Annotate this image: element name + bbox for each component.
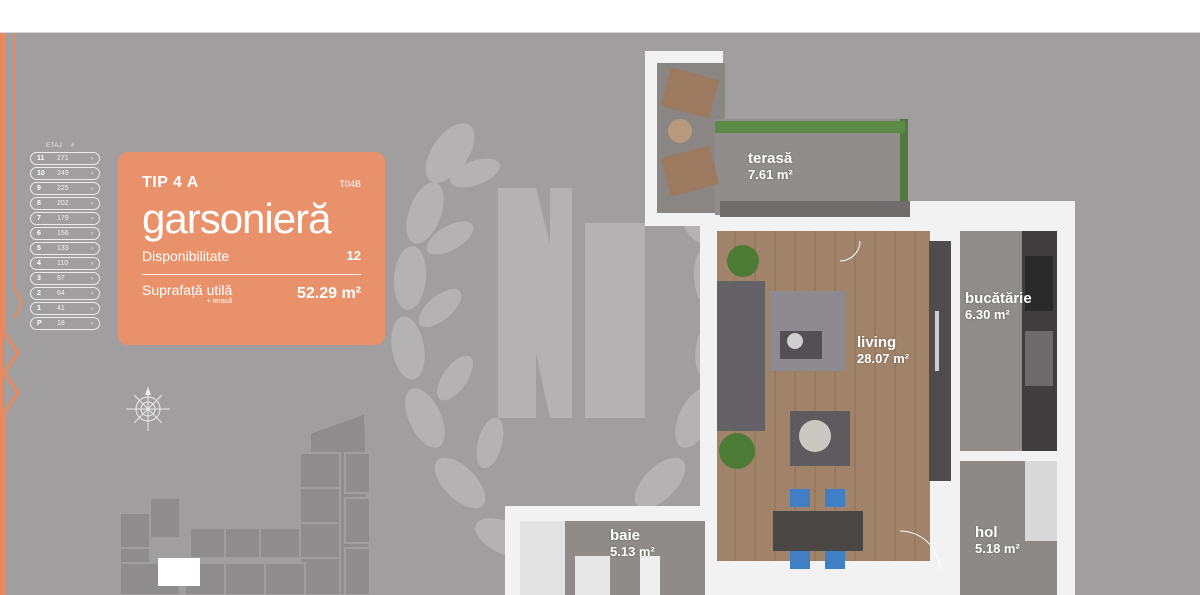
usable-area-label: Suprafață utilă [142, 282, 233, 298]
room-label-bucatarie: bucătărie 6.30 m² [965, 291, 1032, 323]
floor-level: 6 [37, 230, 41, 237]
chevron-right-icon: › [91, 170, 93, 177]
floor-plan [505, 51, 1075, 595]
plan-stage: ETAJ # 11 271 › 10 249 › 9 225 › 8 202 › 7 179 › 6 156 › 5… [0, 33, 1200, 595]
room-area-living: 28.07 m² [857, 351, 910, 366]
availability-label: Disponibilitate [142, 248, 230, 264]
chevron-right-icon: › [91, 245, 93, 252]
room-name-bucatarie: bucătărie [965, 290, 1032, 307]
room-name-terasa: terasă [748, 150, 793, 167]
card-divider [142, 274, 361, 275]
floor-item[interactable]: 11 271 › [30, 152, 100, 165]
floor-item[interactable]: 5 133 › [30, 242, 100, 255]
floor-count: 249 [57, 170, 69, 177]
floor-selector: ETAJ # 11 271 › 10 249 › 9 225 › 8 202 › 7 179 › 6 156 › 5… [30, 143, 100, 332]
floor-header-level: ETAJ [46, 143, 63, 149]
room-label-baie: baie 5.13 m² [610, 528, 655, 560]
chevron-right-icon: › [91, 290, 93, 297]
floor-count: 225 [57, 185, 69, 192]
floor-level: 5 [37, 245, 41, 252]
floor-header-count: # [71, 143, 75, 149]
floor-count: 271 [57, 155, 69, 162]
floor-level: P [37, 320, 42, 327]
floor-item[interactable]: 8 202 › [30, 197, 100, 210]
floor-item[interactable]: 7 179 › [30, 212, 100, 225]
apartment-info-card: TIP 4 A T04B garsonieră Disponibilitate … [118, 152, 385, 345]
chevron-right-icon: › [91, 185, 93, 192]
room-area-baie: 5.13 m² [610, 544, 655, 559]
site-plan-thumbnail [119, 411, 372, 595]
floor-item[interactable]: 9 225 › [30, 182, 100, 195]
availability-value: 12 [346, 248, 361, 263]
floor-count: 87 [57, 275, 65, 282]
chevron-right-icon: › [91, 320, 93, 327]
floor-list: 11 271 › 10 249 › 9 225 › 8 202 › 7 179 › 6 156 › 5 133 › 4 11… [30, 152, 100, 330]
chevron-right-icon: › [91, 275, 93, 282]
room-name-living: living [857, 334, 897, 351]
edge-decoration [0, 33, 24, 595]
chevron-right-icon: › [91, 260, 93, 267]
chevron-right-icon: › [91, 305, 93, 312]
chevron-right-icon: › [91, 230, 93, 237]
floor-level: 7 [37, 215, 41, 222]
floor-count: 133 [57, 245, 69, 252]
floor-item[interactable]: 1 41 › [30, 302, 100, 315]
apartment-type: garsonieră [142, 195, 331, 242]
room-label-terasa: terasă 7.61 m² [748, 151, 793, 183]
apartment-type-code: TIP 4 A [142, 174, 199, 191]
top-bar [0, 0, 1200, 33]
floor-item[interactable]: P 18 › [30, 317, 100, 330]
floor-count: 41 [57, 305, 65, 312]
usable-area-sublabel: + terasă [206, 298, 233, 305]
floor-item[interactable]: 4 110 › [30, 257, 100, 270]
floor-level: 11 [37, 155, 45, 162]
room-label-living: living 28.07 m² [857, 335, 909, 367]
floor-level: 3 [37, 275, 41, 282]
floor-level: 4 [37, 260, 41, 267]
chevron-right-icon: › [91, 155, 93, 162]
site-plan-highlight [158, 558, 200, 586]
floor-level: 2 [37, 290, 41, 297]
floor-level: 1 [37, 305, 41, 312]
apartment-id: T04B [339, 179, 361, 189]
floor-count: 110 [57, 260, 69, 267]
floor-level: 8 [37, 200, 41, 207]
floor-item[interactable]: 10 249 › [30, 167, 100, 180]
floor-count: 64 [57, 290, 65, 297]
room-area-hol: 5.18 m² [975, 541, 1020, 556]
room-label-hol: hol 5.18 m² [975, 525, 1020, 557]
floor-item[interactable]: 2 64 › [30, 287, 100, 300]
chevron-right-icon: › [91, 215, 93, 222]
floor-count: 202 [57, 200, 69, 207]
floor-count: 179 [57, 215, 69, 222]
floor-count: 156 [57, 230, 69, 237]
room-area-bucatarie: 6.30 m² [965, 307, 1010, 322]
chevron-right-icon: › [91, 200, 93, 207]
usable-area-value: 52.29 m² [296, 285, 361, 302]
room-name-hol: hol [975, 524, 998, 541]
floor-level: 10 [37, 170, 45, 177]
floor-level: 9 [37, 185, 41, 192]
floor-count: 18 [57, 320, 65, 327]
room-name-baie: baie [610, 527, 641, 544]
floor-item[interactable]: 3 87 › [30, 272, 100, 285]
floor-item[interactable]: 6 156 › [30, 227, 100, 240]
floor-selector-header: ETAJ # [30, 143, 100, 149]
room-area-terasa: 7.61 m² [748, 167, 793, 182]
